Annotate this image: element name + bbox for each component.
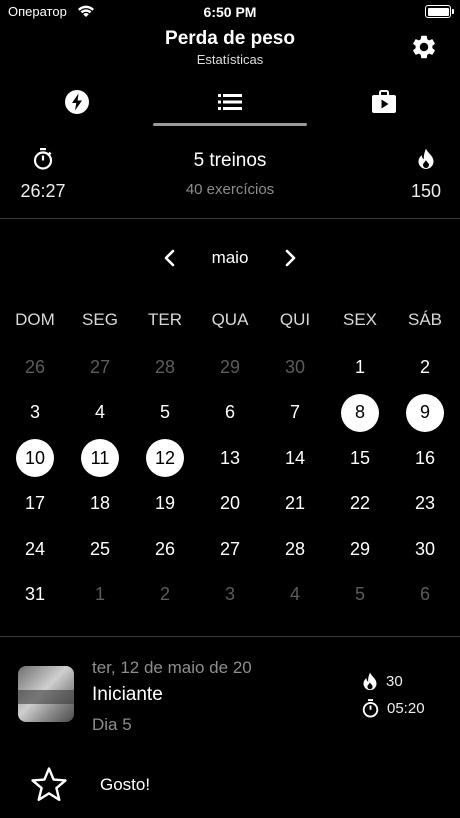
play-bag-icon: [371, 90, 396, 113]
like-row[interactable]: Gosto!: [0, 760, 460, 810]
calendar-day[interactable]: 1: [341, 348, 379, 386]
stopwatch-icon: [362, 699, 379, 718]
workout-title: Iniciante: [92, 684, 163, 705]
calendar-day[interactable]: 26: [146, 530, 184, 568]
calendar-day-selected[interactable]: 9: [406, 393, 444, 432]
workout-calories: 30: [362, 672, 403, 691]
calendar-day[interactable]: 2: [406, 348, 444, 386]
list-icon: [217, 94, 242, 110]
nav-header: Perda de peso Estatísticas: [0, 28, 460, 68]
calendar-day[interactable]: 2: [146, 576, 184, 614]
calendar-day[interactable]: 21: [276, 485, 314, 523]
calendar-day-selected[interactable]: 11: [81, 439, 119, 477]
workout-entry[interactable]: ter, 12 de maio de 20 Iniciante Dia 5 30…: [0, 650, 460, 750]
calendar-day[interactable]: 13: [211, 439, 249, 477]
calendar-day[interactable]: 4: [81, 394, 119, 432]
tab-indicator: [153, 123, 307, 126]
weekday-label: SEG: [82, 310, 118, 329]
calendar-day[interactable]: 30: [406, 530, 444, 568]
workout-date: ter, 12 de maio de 20: [92, 658, 252, 677]
status-bar: Оператор 6:50 PM: [0, 0, 460, 24]
flame-icon: [418, 148, 434, 169]
workout-day: Dia 5: [92, 715, 132, 734]
calendar-day[interactable]: 3: [16, 394, 54, 432]
workout-duration: 05:20: [362, 699, 425, 718]
month-label: maio: [211, 248, 249, 267]
calendar-day[interactable]: 18: [81, 485, 119, 523]
calendar-day[interactable]: 27: [211, 530, 249, 568]
calendar-day[interactable]: 26: [16, 348, 54, 386]
workout-thumbnail: [18, 666, 74, 722]
calendar-day[interactable]: 27: [81, 348, 119, 386]
calendar-day[interactable]: 7: [276, 394, 314, 432]
weekday-label: SEX: [342, 310, 378, 329]
tab-bolt[interactable]: [0, 80, 153, 124]
calendar-day[interactable]: 5: [146, 394, 184, 432]
calendar-day[interactable]: 16: [406, 439, 444, 477]
calendar-day[interactable]: 17: [16, 485, 54, 523]
calendar-day[interactable]: 25: [81, 530, 119, 568]
calendar-day[interactable]: 31: [16, 576, 54, 614]
tab-play-bag[interactable]: [307, 80, 460, 124]
weekday-label: TER: [148, 310, 182, 329]
calendar-day-selected[interactable]: 12: [146, 439, 184, 477]
gear-icon[interactable]: [410, 33, 438, 61]
month-navigation: maio: [0, 244, 460, 272]
star-icon[interactable]: [30, 766, 68, 804]
calendar-day[interactable]: 19: [146, 485, 184, 523]
calendar-day[interactable]: 6: [211, 394, 249, 432]
page-title: Perda de peso: [165, 28, 295, 49]
calendar-day[interactable]: 23: [406, 485, 444, 523]
battery-icon: [425, 5, 454, 18]
calendar-day[interactable]: 28: [146, 348, 184, 386]
workout-calories-value: 30: [386, 673, 403, 690]
calendar-day-selected[interactable]: 10: [16, 439, 54, 477]
calendar-day[interactable]: 30: [276, 348, 314, 386]
weekday-label: DOM: [15, 310, 55, 329]
divider: [0, 636, 460, 637]
calendar-day[interactable]: 29: [211, 348, 249, 386]
calories-stat: 150: [386, 148, 460, 202]
calendar-day[interactable]: 6: [406, 576, 444, 614]
calendar-day[interactable]: 28: [276, 530, 314, 568]
page-subtitle: Estatísticas: [196, 52, 264, 67]
chevron-right-icon[interactable]: [280, 248, 300, 268]
workout-duration-value: 05:20: [387, 700, 425, 717]
calories-value: 150: [410, 181, 442, 201]
calendar-day[interactable]: 15: [341, 439, 379, 477]
like-label: Gosto!: [100, 775, 151, 794]
calendar-day-selected[interactable]: 8: [341, 393, 379, 432]
flame-icon: [363, 672, 377, 691]
calendar-day[interactable]: 3: [211, 576, 249, 614]
calendar-day[interactable]: 20: [211, 485, 249, 523]
calendar-day[interactable]: 29: [341, 530, 379, 568]
tab-list[interactable]: [153, 80, 306, 124]
weekday-label: SÁB: [407, 310, 443, 329]
weekday-label: QUI: [279, 310, 311, 329]
calendar-day[interactable]: 5: [341, 576, 379, 614]
divider: [0, 218, 460, 219]
calendar-day[interactable]: 24: [16, 530, 54, 568]
calendar-day[interactable]: 1: [81, 576, 119, 614]
tab-bar: [0, 80, 460, 130]
summary-panel: 26:27 5 treinos 40 exercícios 150: [0, 140, 460, 218]
weekday-label: QUA: [211, 310, 249, 329]
calendar-day[interactable]: 4: [276, 576, 314, 614]
calendar-day[interactable]: 22: [341, 485, 379, 523]
calendar-day[interactable]: 14: [276, 439, 314, 477]
status-time: 6:50 PM: [203, 4, 257, 20]
bolt-icon: [64, 90, 89, 114]
